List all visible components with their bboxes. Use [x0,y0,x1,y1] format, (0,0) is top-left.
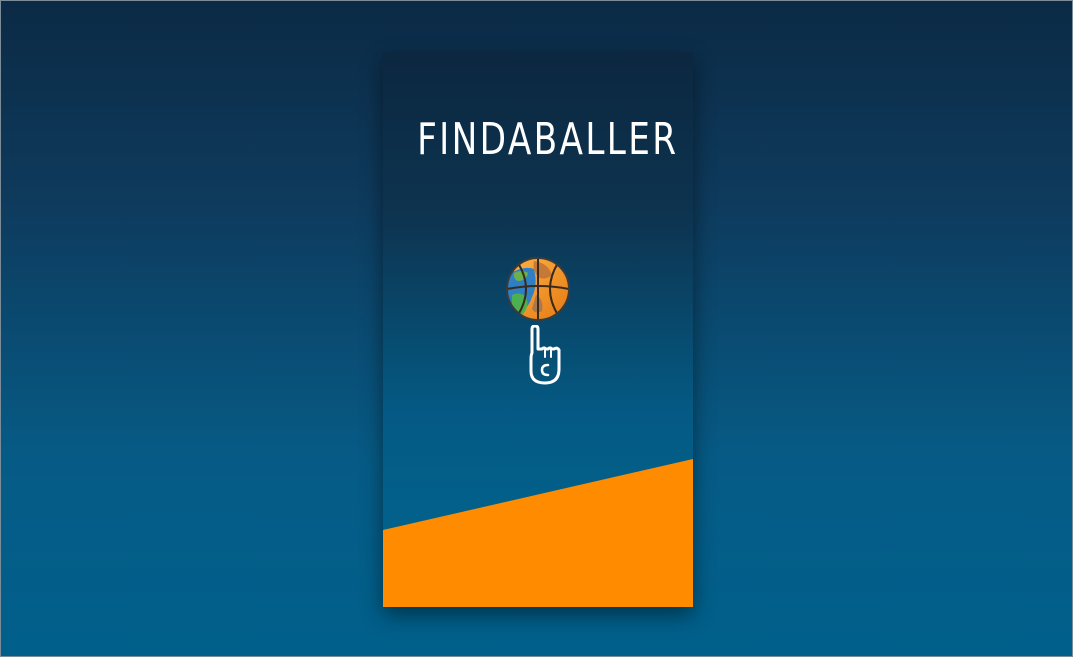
pointing-finger-icon [529,325,561,385]
splash-screen: FINDABALLER [383,52,693,607]
app-title: FINDABALLER [417,114,679,165]
globe-basketball-icon [506,257,570,321]
